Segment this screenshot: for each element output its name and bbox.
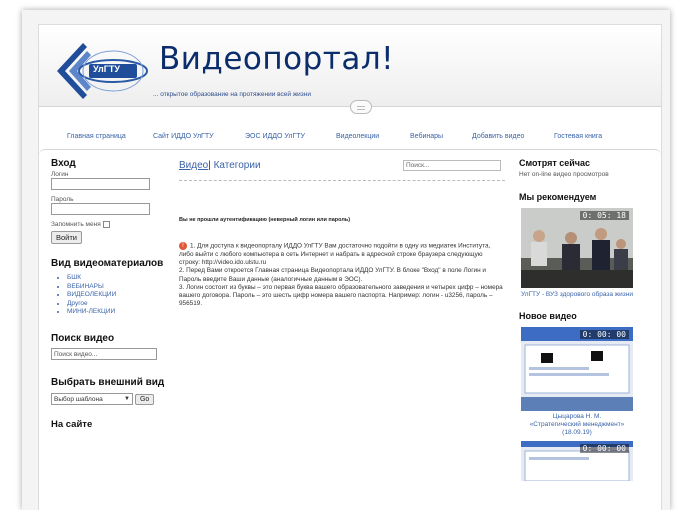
new-video-thumbnail-1[interactable]: 0: 00: 00	[521, 327, 633, 411]
divider	[179, 180, 505, 181]
new-video-caption-author: Цыцарова Н. М.	[552, 413, 602, 420]
new-video-thumbnail-2[interactable]: 0: 00: 00	[521, 441, 633, 481]
nav-add-video[interactable]: Добавить видео	[472, 133, 524, 140]
content-area: Вход Логин Пароль Запомнить меня Войти В…	[39, 149, 661, 510]
nav-webinars[interactable]: Вебинары	[410, 133, 443, 140]
video-search-heading: Поиск видео	[51, 332, 115, 344]
remember-label: Запомнить меня	[51, 221, 101, 229]
materials-heading: Вид видеоматериалов	[51, 258, 164, 270]
material-item-bshk[interactable]: БШК	[67, 274, 166, 283]
new-video-duration-2: 0: 00: 00	[579, 444, 629, 453]
site-title: Видеопортал!	[159, 41, 395, 77]
material-item-other[interactable]: Другое	[67, 300, 166, 309]
site-container: УлГТУ Видеопортал! ... открытое образова…	[38, 24, 662, 510]
new-video-caption-1[interactable]: Цыцарова Н. М. «Стратегический менеджмен…	[519, 413, 635, 437]
login-input[interactable]	[51, 178, 150, 190]
ulstu-logo[interactable]: УлГТУ	[53, 37, 153, 101]
watching-heading: Смотрят сейчас	[519, 158, 591, 168]
tab-video[interactable]: Видео	[179, 160, 208, 171]
nav-iddo-site[interactable]: Сайт ИДДО УлГТУ	[153, 133, 214, 140]
info-icon: !	[179, 242, 187, 250]
material-item-webinars[interactable]: ВЕБИНАРЫ	[67, 283, 166, 292]
recommend-heading: Мы рекомендуем	[519, 192, 597, 202]
materials-list: БШК ВЕБИНАРЫ ВИДЕОЛЕКЦИИ Другое МИНИ-ЛЕК…	[67, 274, 166, 317]
instruction-1: 1. Для доступа к видеопорталу ИДДО УлГТУ…	[179, 242, 491, 267]
login-button[interactable]: Войти	[51, 231, 82, 245]
watching-text: Нет on-line видео просмотров	[519, 171, 609, 178]
new-video-image-1	[521, 327, 633, 411]
login-heading: Вход	[51, 158, 76, 169]
new-video-heading: Новое видео	[519, 311, 577, 321]
tab-separator: |	[208, 160, 211, 171]
main-nav: Главная страница Сайт ИДДО УлГТУ ЭОС ИДД…	[39, 133, 661, 149]
instruction-2: 2. Перед Вами откроется Главная страница…	[179, 267, 486, 283]
password-input[interactable]	[51, 203, 150, 215]
main-search-input[interactable]: Поиск...	[403, 160, 501, 171]
remember-checkbox[interactable]	[102, 221, 110, 228]
chevron-down-icon: ▼	[124, 395, 130, 402]
tab-categories[interactable]: Категории	[214, 160, 261, 171]
page-frame: УлГТУ Видеопортал! ... открытое образова…	[22, 10, 670, 510]
recommended-video-thumbnail[interactable]: 0: 05: 18	[521, 208, 633, 288]
new-video-caption-date: (18.09.19)	[562, 429, 592, 436]
material-item-videolectures[interactable]: ВИДЕОЛЕКЦИИ	[67, 291, 166, 300]
instruction-3: 3. Логин состоит из буквы – это первая б…	[179, 283, 503, 308]
right-sidebar: Смотрят сейчас Нет on-line видео просмот…	[519, 158, 659, 481]
login-instructions: ! 1. Для доступа к видеопорталу ИДДО УлГТ…	[179, 242, 505, 308]
theme-select[interactable]: Выбор шаблона ▼	[51, 392, 133, 405]
nav-videolectures[interactable]: Видеолекции	[336, 133, 379, 140]
theme-select-value: Выбор шаблона	[54, 395, 103, 403]
theme-go-button[interactable]: Go	[134, 393, 155, 405]
site-header: УлГТУ Видеопортал! ... открытое образова…	[39, 25, 661, 114]
left-sidebar: Вход Логин Пароль Запомнить меня Войти В…	[51, 158, 166, 430]
nav-home[interactable]: Главная страница	[67, 133, 126, 140]
new-video-caption-title: «Стратегический менеджмент»	[529, 421, 625, 428]
material-item-minilectures[interactable]: МИНИ-ЛЕКЦИИ	[67, 308, 166, 317]
video-search-input[interactable]: Поиск видео...	[51, 347, 157, 360]
remember-row: Запомнить меня	[51, 221, 166, 228]
login-label: Логин	[51, 171, 69, 178]
auth-error-message: Вы не прошли аутентификацию (неверный ло…	[179, 217, 351, 223]
on-site-heading: На сайте	[51, 418, 93, 430]
new-video-duration-1: 0: 00: 00	[579, 330, 629, 339]
main-column: Видео| Категории Поиск... Вы не прошли а…	[179, 160, 505, 307]
collapse-handle[interactable]	[350, 100, 372, 114]
recommended-video-image	[521, 208, 633, 288]
recommended-video-caption[interactable]: УлГТУ - ВУЗ здорового образа жизни	[519, 291, 635, 299]
recommended-video-duration: 0: 05: 18	[579, 211, 629, 220]
nav-guestbook[interactable]: Гостевая книга	[554, 133, 602, 140]
theme-heading: Выбрать внешний вид	[51, 376, 165, 388]
nav-eos[interactable]: ЭОС ИДДО УлГТУ	[245, 133, 305, 140]
site-subtitle: ... открытое образование на протяжении в…	[153, 91, 311, 98]
logo-text: УлГТУ	[93, 64, 120, 74]
password-label: Пароль	[51, 196, 74, 203]
